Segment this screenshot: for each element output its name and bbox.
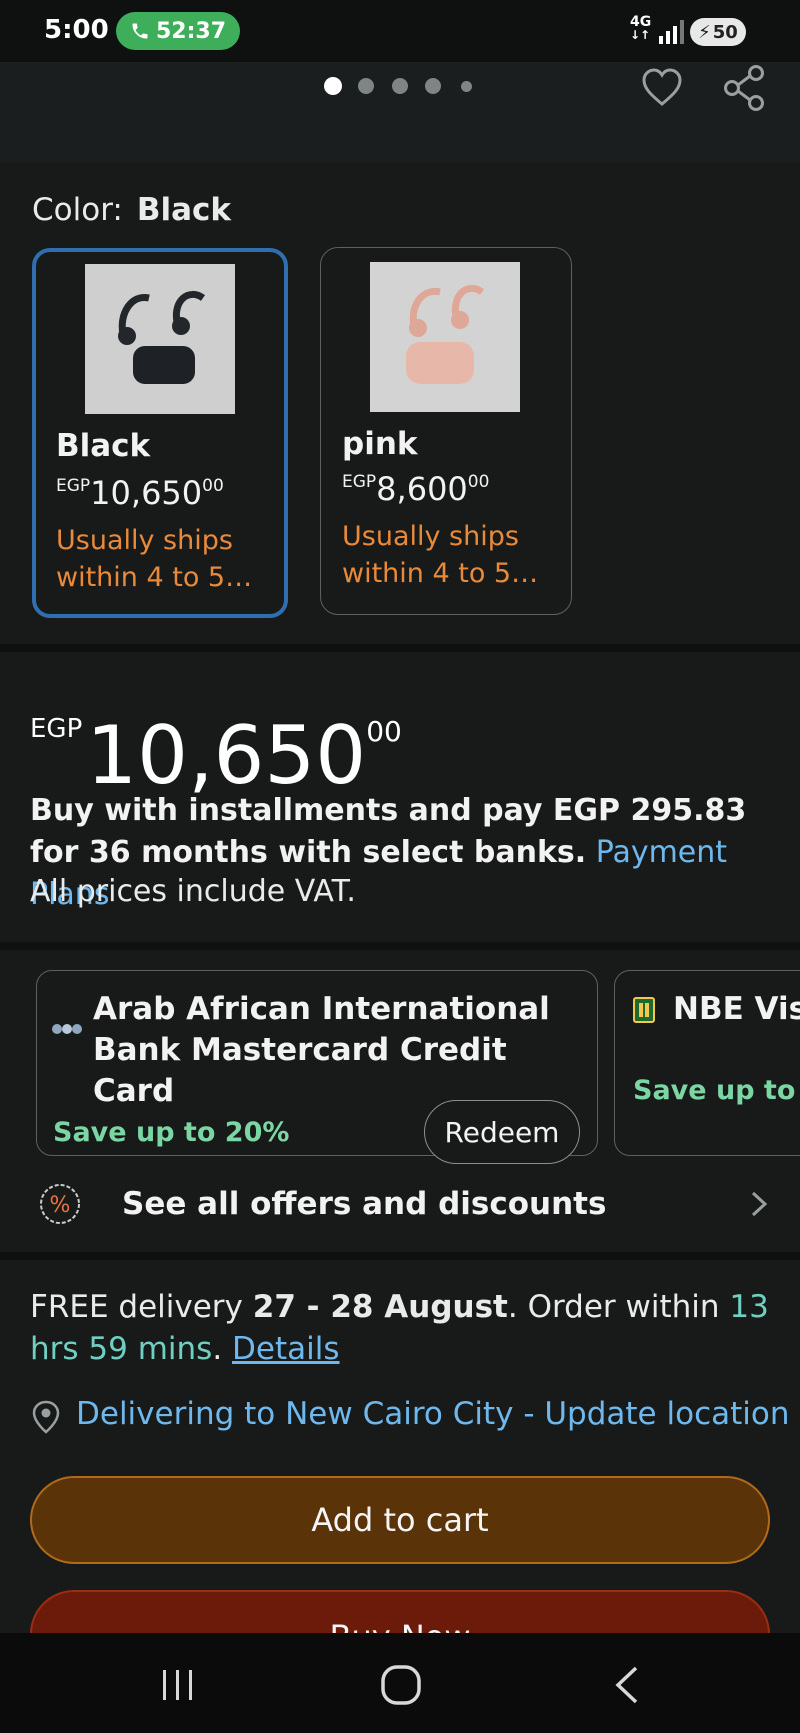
- offer-savings: Save up to 1: [633, 1075, 800, 1106]
- back-icon[interactable]: [612, 1664, 642, 1706]
- product-price: EGP10,65000: [30, 709, 402, 802]
- location-pin-icon: [32, 1400, 60, 1434]
- product-thumbnail-black: [85, 264, 235, 414]
- offer-title: Arab African International Bank Masterca…: [93, 991, 550, 1109]
- swatch-name: pink: [342, 426, 418, 462]
- call-indicator[interactable]: 52:37: [116, 12, 240, 50]
- delivery-info: FREE delivery 27 - 28 August. Order with…: [30, 1289, 769, 1367]
- recent-apps-icon[interactable]: [160, 1668, 196, 1702]
- product-thumbnail-pink: [370, 262, 520, 412]
- bank-card-icon: [633, 997, 655, 1023]
- selected-color: Black: [136, 192, 232, 228]
- offer-savings: Save up to 20%: [53, 1117, 290, 1148]
- carousel-dot[interactable]: [358, 78, 374, 94]
- svg-text:%: %: [50, 1193, 71, 1218]
- offer-title: NBE Visa: [673, 991, 800, 1027]
- earbuds-image: [370, 262, 520, 412]
- carousel-dot[interactable]: [392, 78, 408, 94]
- earbuds-image: [85, 264, 235, 414]
- call-timer: 52:37: [155, 18, 227, 44]
- phone-icon: [132, 23, 148, 39]
- signal-icon: [659, 20, 684, 44]
- redeem-button[interactable]: Redeem: [424, 1100, 580, 1164]
- chevron-right-icon: [751, 1191, 768, 1217]
- swatch-shipping: Usually ships within 4 to 5…: [342, 521, 539, 589]
- status-time: 5:00: [44, 15, 109, 45]
- swatch-shipping: Usually ships within 4 to 5…: [56, 525, 253, 593]
- network-type: 4G ↓↑: [630, 14, 652, 42]
- carousel-dot[interactable]: [461, 81, 472, 92]
- swatch-price: EGP8,60000: [342, 470, 490, 508]
- vat-note: All prices include VAT.: [30, 874, 356, 909]
- heart-icon[interactable]: [640, 66, 684, 110]
- color-selector-label: Color: Black: [32, 192, 232, 228]
- color-swatch-black[interactable]: Black EGP10,65000 Usually ships within 4…: [32, 248, 288, 618]
- bank-logo-icon: [52, 1024, 82, 1034]
- see-all-offers-label: See all offers and discounts: [122, 1186, 607, 1222]
- share-icon[interactable]: [722, 64, 768, 112]
- add-to-cart-button[interactable]: Add to cart: [30, 1476, 770, 1564]
- swatch-name: Black: [56, 428, 151, 464]
- carousel-dot-active[interactable]: [324, 77, 342, 95]
- swatch-price: EGP10,65000: [56, 474, 224, 512]
- percent-badge-icon: %: [40, 1184, 80, 1224]
- offer-card[interactable]: NBE Visa Save up to 1: [614, 970, 800, 1156]
- home-icon[interactable]: [380, 1664, 422, 1706]
- charging-icon: ⚡: [698, 21, 711, 43]
- details-link[interactable]: Details: [232, 1331, 339, 1367]
- battery-indicator: ⚡ 50: [690, 18, 746, 46]
- delivery-dates: 27 - 28 August: [252, 1289, 508, 1325]
- carousel-dot[interactable]: [425, 78, 441, 94]
- color-swatch-pink[interactable]: pink EGP8,60000 Usually ships within 4 t…: [320, 247, 572, 615]
- delivery-location-link[interactable]: Delivering to New Cairo City - Update lo…: [76, 1396, 789, 1432]
